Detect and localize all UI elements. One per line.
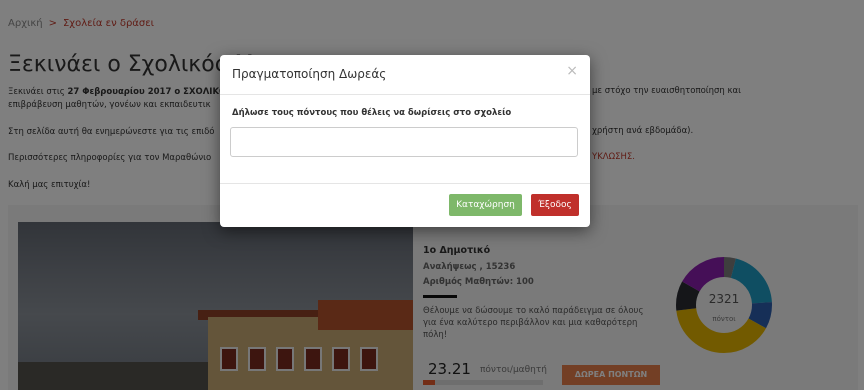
- close-icon[interactable]: ×: [566, 63, 578, 79]
- modal-title: Πραγματοποίηση Δωρεάς: [232, 67, 387, 81]
- exit-button[interactable]: Έξοδος: [531, 194, 579, 216]
- modal-footer-divider: [220, 183, 590, 184]
- save-button[interactable]: Καταχώρηση: [449, 194, 522, 216]
- points-field-label: Δήλωσε τους πόντους που θέλεις να δωρίσε…: [232, 108, 512, 118]
- modal-header-divider: [220, 94, 590, 95]
- donation-modal: Πραγματοποίηση Δωρεάς × Δήλωσε τους πόντ…: [220, 55, 590, 227]
- points-input[interactable]: [230, 127, 578, 157]
